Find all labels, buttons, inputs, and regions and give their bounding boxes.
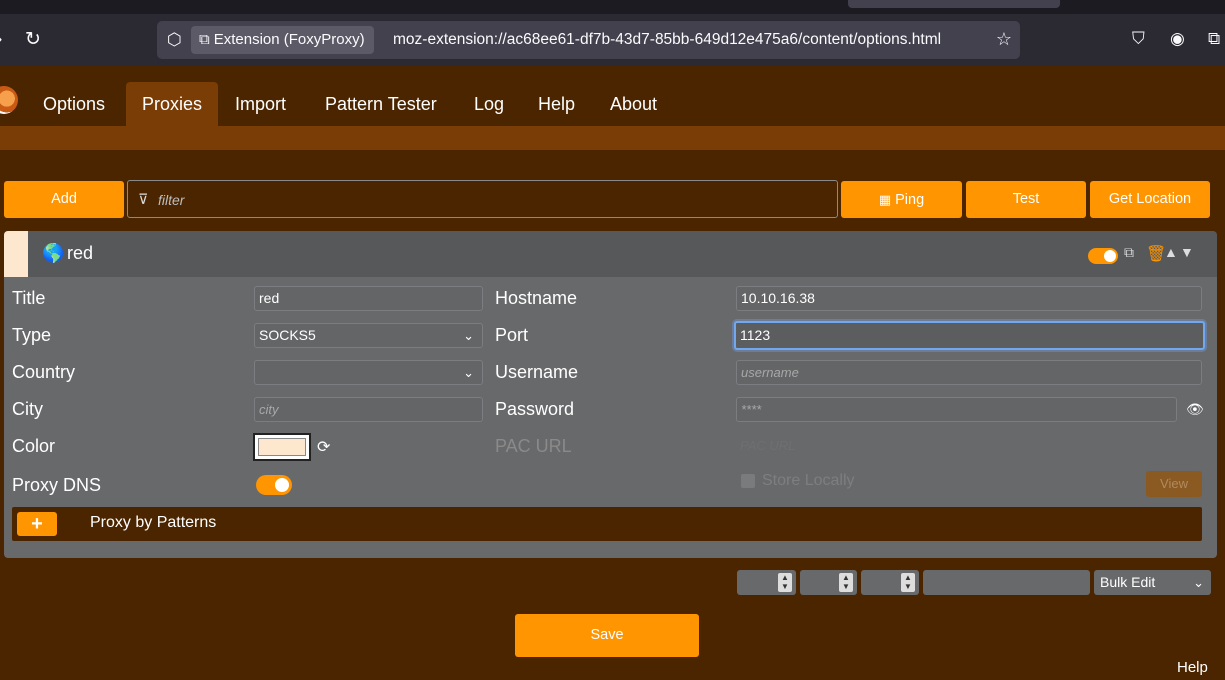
port-input[interactable]: 1123 xyxy=(734,321,1205,350)
get-location-button[interactable]: Get Location xyxy=(1090,181,1210,218)
spinner-arrows-icon[interactable]: ▲ ▼ xyxy=(778,573,792,592)
help-link[interactable]: Help xyxy=(1177,659,1208,676)
filter-box: ⊽ xyxy=(127,180,838,218)
tab-options[interactable]: Options xyxy=(27,82,121,126)
qr-icon: ▦ xyxy=(878,192,892,207)
url-bar[interactable]: ⬡ ⧉ Extension (FoxyProxy) moz-extension:/… xyxy=(157,21,1020,59)
add-pattern-button[interactable]: + xyxy=(17,512,57,536)
puzzle-icon: ⧉ xyxy=(199,31,210,48)
number-spinner-1[interactable]: ▲ ▼ xyxy=(737,570,796,595)
save-button[interactable]: Save xyxy=(515,614,699,657)
proxy-by-patterns-label: Proxy by Patterns xyxy=(90,514,217,531)
number-spinner-3[interactable]: ▲ ▼ xyxy=(861,570,919,595)
proxy-card-header[interactable]: 🌎 red ⧉ 🗑 ▲ ▼ xyxy=(4,231,1217,277)
section-bar xyxy=(0,126,1225,150)
pac-url-input[interactable]: PAC URL xyxy=(740,438,795,453)
eye-icon[interactable]: 👁 xyxy=(1186,401,1204,418)
color-label: Color xyxy=(12,436,56,456)
color-picker[interactable] xyxy=(253,433,311,461)
title-label: Title xyxy=(12,288,46,308)
move-down-icon[interactable]: ▼ xyxy=(1180,244,1194,260)
store-locally-label: Store Locally xyxy=(762,472,855,489)
proxy-name: red xyxy=(67,243,94,263)
duplicate-icon[interactable]: ⧉ xyxy=(1124,244,1134,261)
type-select-value: SOCKS5 xyxy=(259,327,316,343)
pocket-icon[interactable]: ⛉ xyxy=(1132,30,1145,47)
extension-identity-pill[interactable]: ⧉ Extension (FoxyProxy) xyxy=(191,26,374,54)
country-label: Country xyxy=(12,362,76,382)
tab-import[interactable]: Import xyxy=(219,82,302,126)
reload-icon[interactable]: ↻ xyxy=(25,30,41,49)
browser-navbar: › ↻ ⬡ ⧉Extension (FoxyProxy) moz-extensi… xyxy=(0,14,1225,66)
type-select[interactable]: SOCKS5 ⌄ xyxy=(254,323,483,348)
foxyproxy-nav: Options Proxies Import Pattern Tester Lo… xyxy=(0,66,1225,126)
bookmark-star-icon[interactable]: ☆ xyxy=(996,29,1012,50)
browser-tab-strip xyxy=(0,0,1225,14)
view-button[interactable]: View xyxy=(1146,471,1202,497)
chevron-down-icon: ⌄ xyxy=(463,365,474,380)
ping-button[interactable]: ▦ Ping xyxy=(841,181,962,218)
password-input[interactable]: **** xyxy=(736,397,1177,422)
add-button[interactable]: Add xyxy=(4,181,124,218)
hostname-label: Hostname xyxy=(495,288,578,308)
spinner-arrows-icon[interactable]: ▲ ▼ xyxy=(901,573,915,592)
country-select[interactable]: ⌄ xyxy=(254,360,483,385)
username-input[interactable]: username xyxy=(736,360,1202,385)
number-spinner-2[interactable]: ▲ ▼ xyxy=(800,570,857,595)
store-locally-checkbox[interactable] xyxy=(741,474,755,488)
proxy-dns-toggle[interactable] xyxy=(256,475,292,495)
globe-icon: 🌎 xyxy=(42,243,65,263)
tab-help[interactable]: Help xyxy=(522,82,591,126)
bulk-edit-select[interactable]: Bulk Edit ⌄ xyxy=(1094,570,1211,595)
extensions-icon[interactable]: ⧉ xyxy=(1208,30,1220,47)
test-button[interactable]: Test xyxy=(966,181,1086,218)
spinner-arrows-icon[interactable]: ▲ ▼ xyxy=(839,573,853,592)
chevron-down-icon: ⌄ xyxy=(1193,575,1204,590)
proxy-enable-toggle[interactable] xyxy=(1088,248,1118,264)
url-text[interactable]: moz-extension://ac68ee61-df7b-43d7-85bb-… xyxy=(393,21,941,59)
chevron-down-icon: ⌄ xyxy=(463,328,474,343)
hostname-input[interactable]: 10.10.16.38 xyxy=(736,286,1202,311)
port-label: Port xyxy=(495,325,529,345)
bulk-edit-input[interactable] xyxy=(923,570,1090,595)
random-color-icon[interactable]: ⟳ xyxy=(317,437,330,457)
city-label: City xyxy=(12,399,43,419)
tab-about[interactable]: About xyxy=(594,82,673,126)
proxy-dns-label: Proxy DNS xyxy=(12,475,102,495)
proxy-color-swatch xyxy=(4,231,28,277)
tab-proxies[interactable]: Proxies xyxy=(126,82,219,126)
color-picker-fill xyxy=(258,438,306,456)
pac-url-label: PAC URL xyxy=(495,436,572,456)
tab-log[interactable]: Log xyxy=(458,82,520,126)
arrow-left-icon[interactable]: › xyxy=(0,30,2,49)
title-input[interactable]: red xyxy=(254,286,483,311)
tab-pattern-tester[interactable]: Pattern Tester xyxy=(309,82,453,126)
browser-tab[interactable] xyxy=(848,0,1060,8)
proxy-by-patterns-bar: + Proxy by Patterns xyxy=(12,507,1202,541)
foxyproxy-logo xyxy=(0,86,18,114)
filter-icon: ⊽ xyxy=(138,191,149,207)
account-icon[interactable]: ◉ xyxy=(1170,30,1185,47)
username-label: Username xyxy=(495,362,579,382)
password-label: Password xyxy=(495,399,575,419)
shield-icon[interactable]: ⬡ xyxy=(167,30,182,50)
move-up-icon[interactable]: ▲ xyxy=(1164,244,1178,260)
city-input[interactable]: city xyxy=(254,397,483,422)
bulk-edit-value: Bulk Edit xyxy=(1100,574,1156,590)
type-label: Type xyxy=(12,325,52,345)
filter-input[interactable] xyxy=(158,189,758,211)
